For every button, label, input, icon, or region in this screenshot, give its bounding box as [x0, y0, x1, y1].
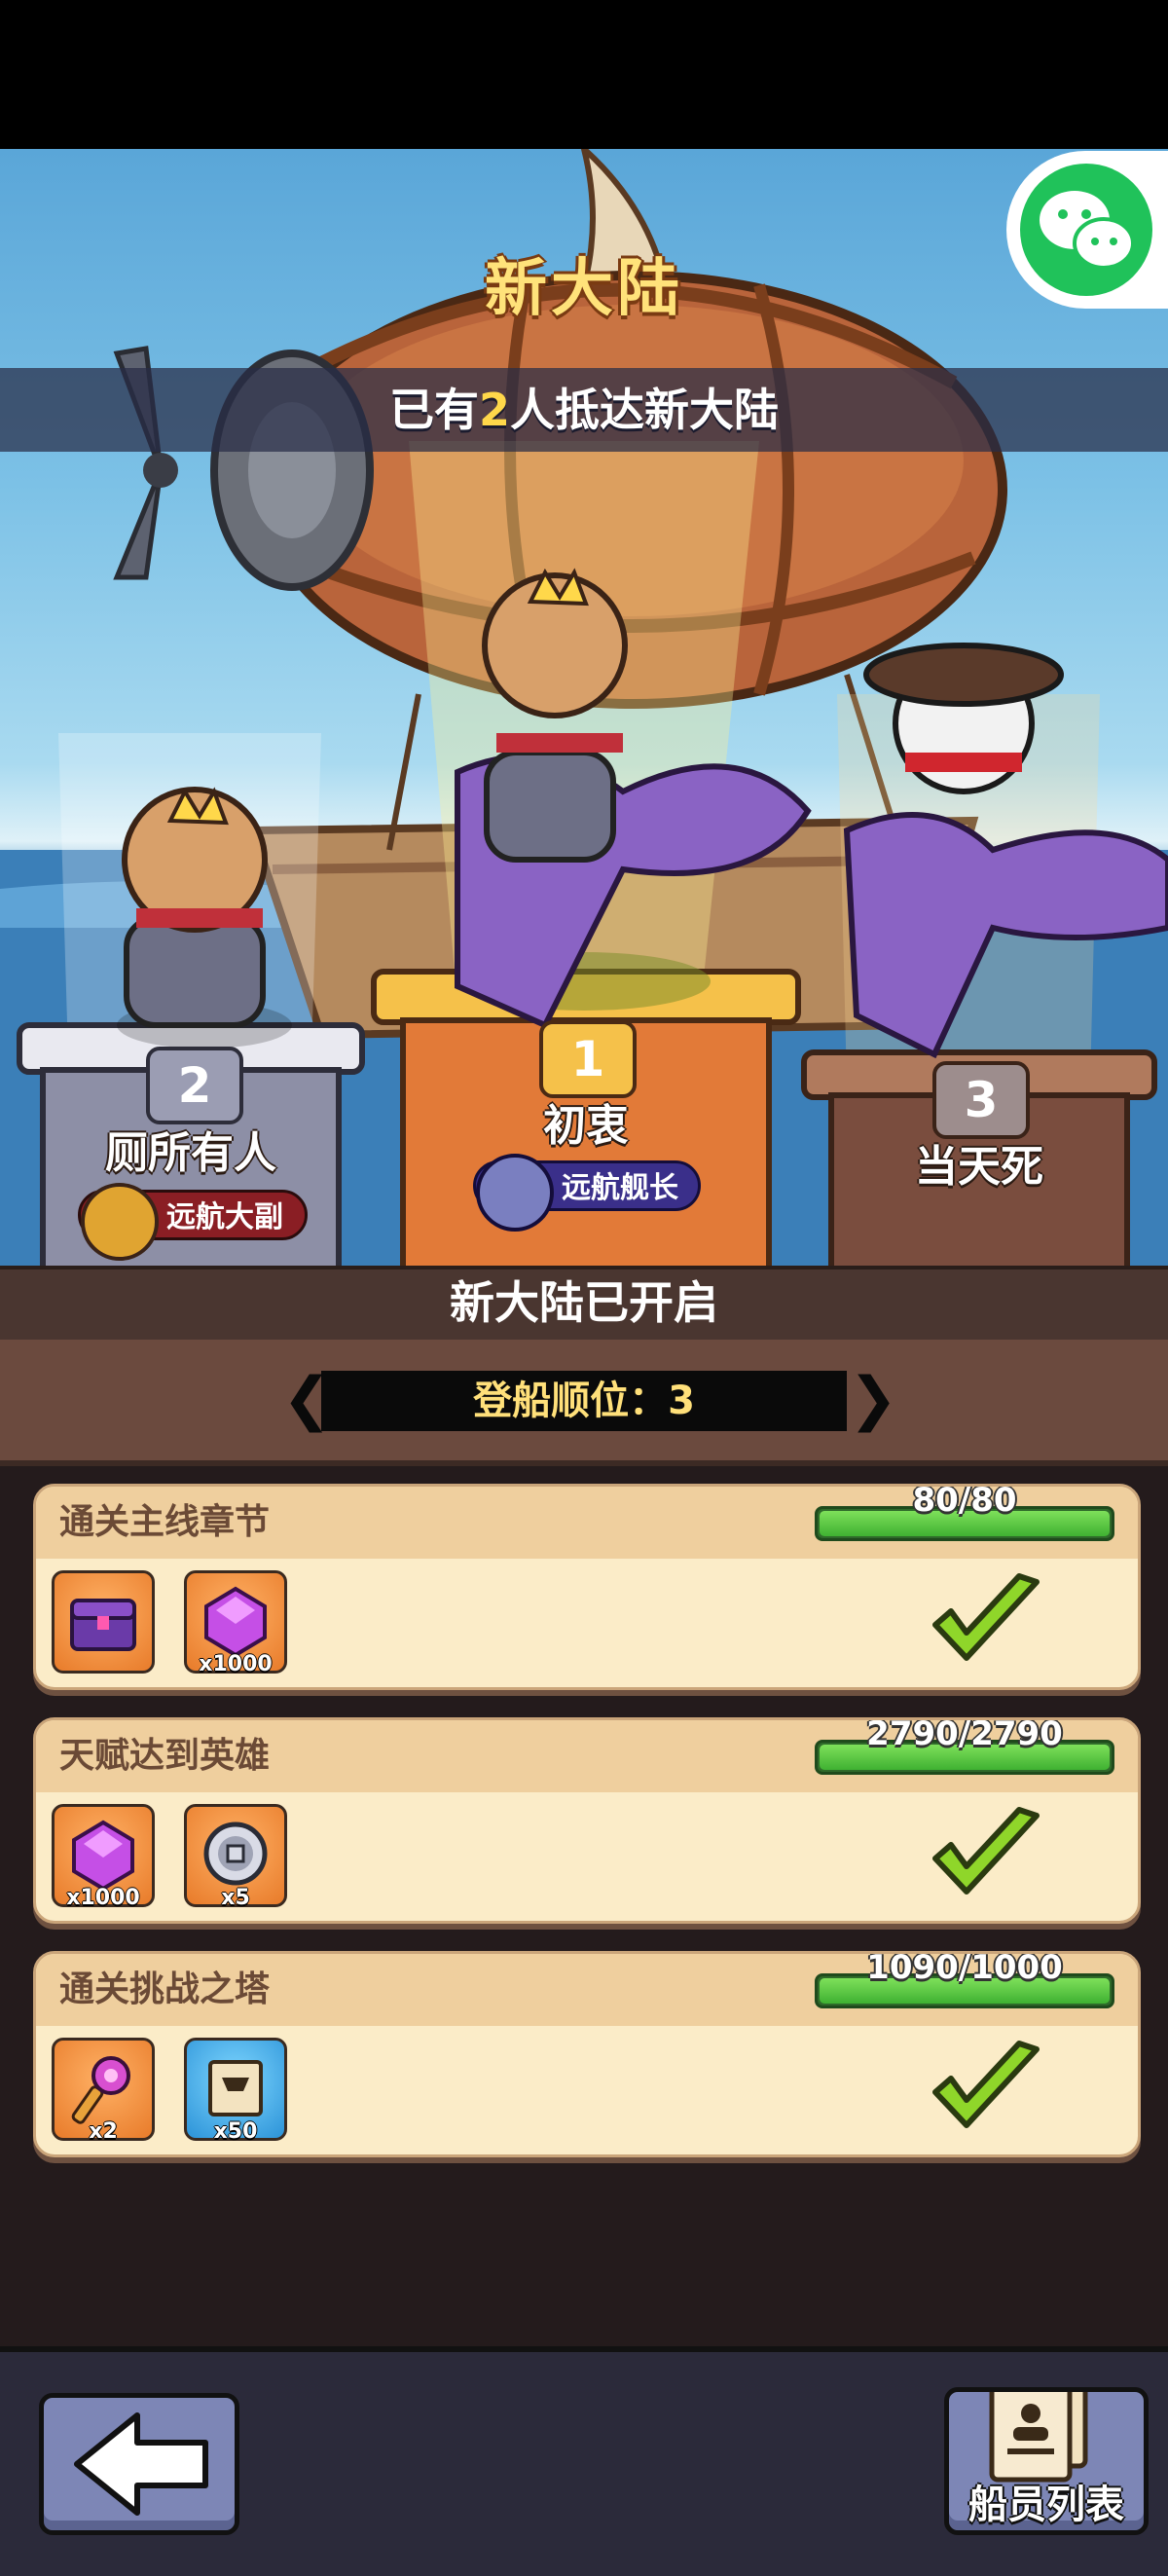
podium-title-rank1: 远航舰长: [473, 1154, 701, 1232]
podium-name-rank3: 当天死: [915, 1142, 1043, 1192]
rank-badge-2: 2: [146, 1047, 243, 1124]
back-arrow-icon: [74, 2412, 208, 2516]
back-button[interactable]: [39, 2393, 239, 2535]
podium-title-rank2: 远航大副: [78, 1183, 308, 1261]
arrived-count: 2: [478, 384, 510, 436]
task-title: 天赋达到英雄: [59, 1736, 271, 1776]
task-title: 通关挑战之塔: [59, 1969, 271, 2009]
reward-silver-coin[interactable]: x5: [184, 1804, 287, 1910]
rank-badge-3: 3: [932, 1061, 1030, 1139]
boarding-order-label: 登船顺位：3: [473, 1379, 695, 1423]
task-progress-text: 80/80: [912, 1484, 1017, 1520]
treasure-chest-icon: [70, 1599, 136, 1651]
page-title: 新大陆: [485, 253, 683, 325]
reward-quantity: x2: [89, 2119, 118, 2144]
arrived-prefix: 已有: [388, 384, 479, 436]
reward-purple-gem[interactable]: x1000: [52, 1804, 155, 1910]
completed-check-icon: [932, 1573, 1040, 1661]
reward-quantity: x5: [221, 1886, 250, 1910]
rank-badge-1: 1: [539, 1020, 637, 1098]
completed-check-icon: [932, 2041, 1040, 2128]
podium-name-rank2: 厕所有人: [105, 1128, 276, 1178]
reward-purple-gem[interactable]: x1000: [184, 1570, 287, 1676]
anchor-silver-icon: [476, 1154, 554, 1232]
task-progress-text: 1090/1000: [866, 1951, 1063, 1987]
reward-quantity: x1000: [66, 1886, 140, 1910]
reward-quantity: x1000: [199, 1652, 273, 1676]
reward-treasure-chest[interactable]: [52, 1570, 155, 1674]
task-card: 通关挑战之塔 1090/1000 x2 x50: [33, 1951, 1141, 2157]
podium-title-text-rank1: 远航舰长: [562, 1171, 678, 1205]
status-text: 新大陆已开启: [450, 1276, 718, 1329]
wechat-icon[interactable]: [1020, 164, 1152, 296]
podium-name-rank1: 初衷: [543, 1101, 629, 1151]
top-black-bar: [0, 0, 1168, 149]
reward-magic-key[interactable]: x2: [52, 2038, 155, 2144]
podium-title-text-rank2: 远航大副: [166, 1200, 283, 1234]
chevron-right-icon: ❯: [849, 1365, 898, 1433]
reward-quantity: x50: [213, 2119, 258, 2144]
arrived-suffix: 人抵达新大陆: [510, 384, 779, 436]
arrival-banner-text: 已有2人抵达新大陆: [0, 368, 1168, 452]
completed-check-icon: [932, 1807, 1040, 1895]
reward-scroll[interactable]: x50: [184, 2038, 287, 2144]
task-progress-text: 2790/2790: [866, 1717, 1063, 1753]
task-title: 通关主线章节: [59, 1502, 271, 1542]
task-card: 天赋达到英雄 2790/2790 x1000 x5: [33, 1717, 1141, 1924]
task-card: 通关主线章节 80/80 x1000: [33, 1484, 1141, 1690]
crew-list-label: 船员列表: [968, 2483, 1124, 2527]
anchor-gold-icon: [81, 1183, 159, 1261]
